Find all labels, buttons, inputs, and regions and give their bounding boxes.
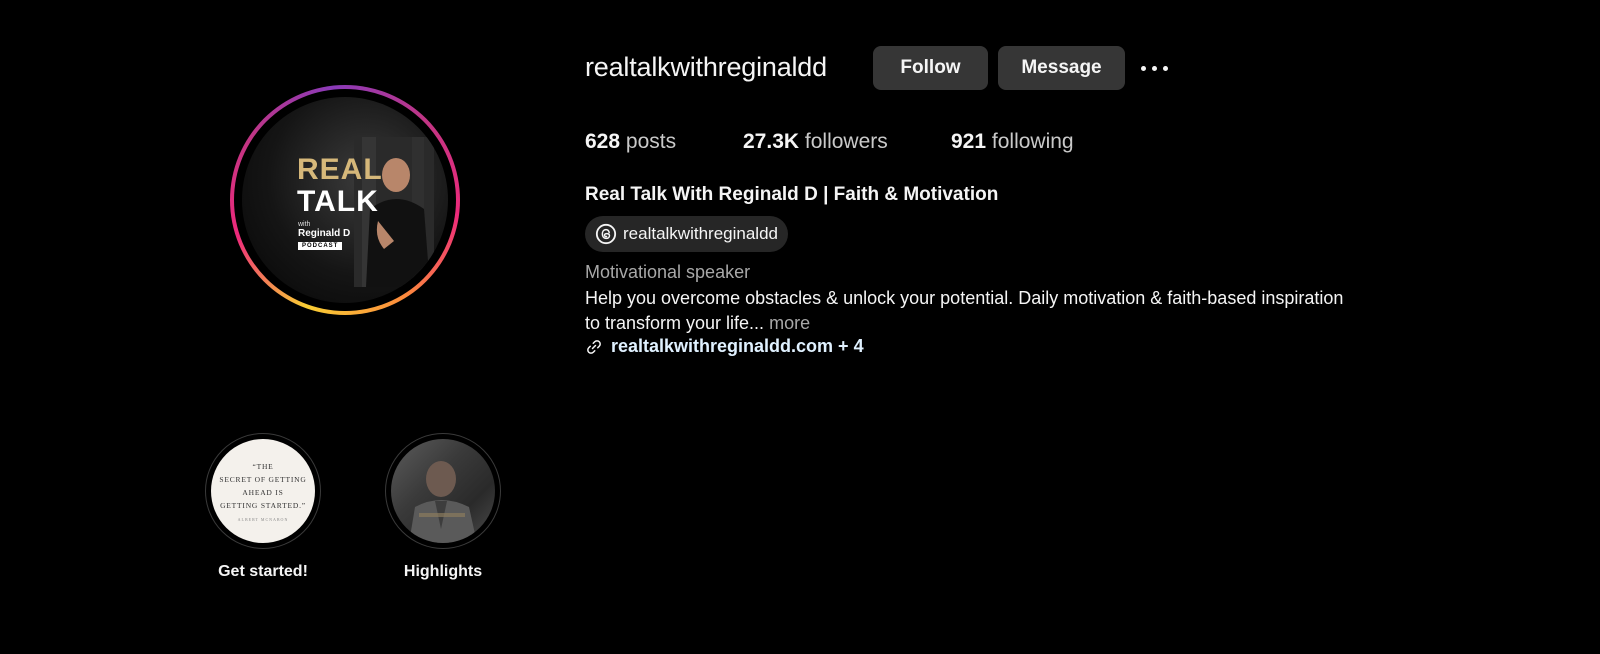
- external-link-text: realtalkwithreginaldd.com + 4: [611, 336, 864, 356]
- avatar-name: Reginald D: [298, 228, 351, 239]
- profile-full-name: Real Talk With Reginald D | Faith & Moti…: [585, 184, 999, 205]
- avatar-podcast-badge: PODCAST: [298, 242, 343, 250]
- followers-count[interactable]: 27.3K followers: [743, 130, 888, 154]
- threads-icon: [595, 223, 617, 245]
- profile-avatar[interactable]: REAL TALK with Reginald D PODCAST: [230, 85, 460, 315]
- posts-label: posts: [625, 130, 677, 153]
- avatar-with: with: [298, 221, 311, 228]
- avatar-image: REAL TALK with Reginald D PODCAST: [242, 97, 448, 303]
- quote-line: AHEAD IS: [242, 488, 284, 497]
- ellipsis-dot: [1152, 65, 1157, 71]
- threads-badge[interactable]: realtalkwithreginaldd: [585, 216, 788, 252]
- followers-value: 27.3K: [743, 130, 800, 153]
- link-icon: [587, 339, 601, 354]
- threads-handle: realtalkwithreginaldd: [623, 224, 778, 243]
- following-count[interactable]: 921 following: [951, 130, 1074, 154]
- profile-username: realtalkwithreginaldd: [585, 52, 827, 82]
- message-button[interactable]: Message: [998, 46, 1125, 90]
- bio-more-link[interactable]: more: [769, 313, 810, 333]
- followers-label: followers: [804, 130, 888, 153]
- quote-line: GETTING STARTED.”: [220, 501, 306, 510]
- profile-page: REAL TALK with Reginald D PODCAST realta…: [0, 0, 1600, 654]
- follow-button[interactable]: Follow: [873, 46, 988, 90]
- following-value: 921: [951, 130, 987, 153]
- quote-line: SECRET OF GETTING: [219, 475, 307, 484]
- posts-value: 628: [585, 130, 621, 153]
- following-label: following: [991, 130, 1074, 153]
- highlight-ring: “THE SECRET OF GETTING AHEAD IS GETTING …: [205, 433, 321, 549]
- highlight-cover-photo: [391, 439, 495, 543]
- highlight-ring: [385, 433, 501, 549]
- highlight-label: Get started!: [218, 563, 308, 580]
- bio-body: Help you overcome obstacles & unlock you…: [585, 288, 1344, 333]
- ellipsis-dot: [1163, 65, 1168, 71]
- avatar-title-talk: TALK: [297, 185, 379, 218]
- highlight-cover-quote: “THE SECRET OF GETTING AHEAD IS GETTING …: [211, 439, 315, 543]
- posts-count: 628 posts: [585, 130, 676, 154]
- quote-author: ALBERT MCNABON: [237, 517, 289, 522]
- avatar-title-real: REAL: [297, 153, 383, 186]
- highlight-person-figure: [409, 461, 477, 543]
- ellipsis-icon[interactable]: [1141, 60, 1175, 76]
- ellipsis-dot: [1141, 65, 1146, 71]
- bio-text: Help you overcome obstacles & unlock you…: [585, 286, 1345, 336]
- external-link[interactable]: realtalkwithreginaldd.com + 4: [585, 336, 864, 357]
- highlight-label: Highlights: [403, 563, 483, 580]
- quote-line: “THE: [252, 462, 274, 471]
- avatar-gap: REAL TALK with Reginald D PODCAST: [234, 89, 456, 311]
- story-highlight[interactable]: Highlights: [383, 433, 503, 581]
- story-highlight[interactable]: “THE SECRET OF GETTING AHEAD IS GETTING …: [203, 433, 323, 581]
- profile-category: Motivational speaker: [585, 262, 751, 282]
